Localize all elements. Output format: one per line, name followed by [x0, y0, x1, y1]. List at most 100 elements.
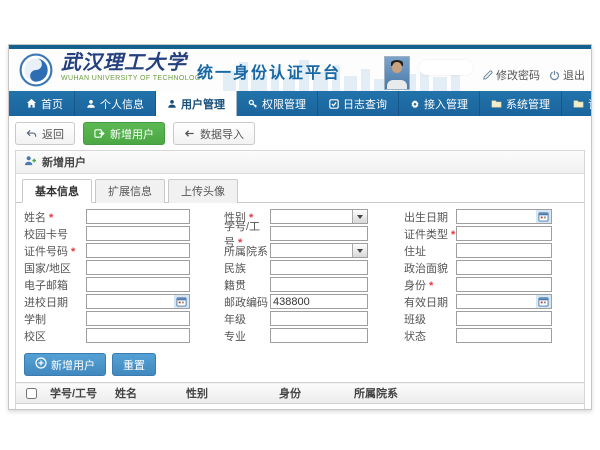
major-input[interactable]	[270, 328, 368, 343]
form-column-1: 姓名 *校园卡号证件号码 *国家/地区电子邮箱进校日期学制校区	[24, 209, 190, 345]
tab-extended-info[interactable]: 扩展信息	[95, 179, 165, 203]
field-political-status: 政治面貌	[404, 260, 552, 275]
username-blur	[419, 60, 473, 75]
calendar-icon[interactable]	[536, 295, 551, 308]
field-label: 身份 *	[404, 277, 456, 293]
grade-input[interactable]	[270, 311, 368, 326]
basic-info-form: 姓名 *校园卡号证件号码 *国家/地区电子邮箱进校日期学制校区 性别 *学号/工…	[16, 203, 584, 347]
ethnicity-input[interactable]	[270, 260, 368, 275]
select-all-cell	[16, 383, 46, 404]
folder-icon	[491, 98, 502, 109]
field-ethnicity: 民族	[224, 260, 368, 275]
field-label: 学制	[24, 311, 86, 327]
class-input[interactable]	[456, 311, 552, 326]
nav-item-user-mgmt[interactable]: 用户管理	[156, 91, 237, 116]
email-input[interactable]	[86, 277, 190, 292]
back-button[interactable]: 返回	[15, 122, 75, 145]
reset-button[interactable]: 重置	[112, 353, 156, 376]
field-label: 国家/地区	[24, 260, 86, 276]
form-actions: 新增用户 重置	[16, 347, 584, 382]
study-length-input[interactable]	[86, 311, 190, 326]
change-password-link[interactable]: 修改密码	[482, 67, 540, 83]
nav-item-label: 用户管理	[181, 96, 225, 112]
campus-card-no-input[interactable]	[86, 226, 190, 241]
log-icon	[329, 99, 339, 109]
power-icon	[549, 70, 560, 81]
political-status-input[interactable]	[456, 260, 552, 275]
calendar-icon[interactable]	[536, 210, 551, 223]
submit-add-user-button[interactable]: 新增用户	[24, 353, 106, 376]
data-import-button[interactable]: 数据导入	[173, 122, 255, 145]
required-asterisk: *	[426, 280, 433, 292]
field-valid-date: 有效日期	[404, 294, 552, 309]
field-major: 专业	[224, 328, 368, 343]
left-arrow-icon	[184, 128, 195, 139]
field-entry-date: 进校日期	[24, 294, 190, 309]
logout-link[interactable]: 退出	[549, 67, 585, 83]
nav-item-perm-mgmt[interactable]: 权限管理	[237, 91, 318, 116]
submit-add-user-label: 新增用户	[51, 357, 95, 373]
form-column-2: 性别 *学号/工号 *所属院系民族籍贯邮政编码年级专业	[224, 209, 368, 345]
id-number-input[interactable]	[86, 243, 190, 258]
platform-title: 统一身份认证平台	[197, 59, 341, 83]
nav-item-access-mgmt[interactable]: 接入管理	[399, 91, 480, 116]
field-label: 住址	[404, 243, 456, 259]
nav-item-label: 系统管理	[506, 96, 550, 112]
column-header-6: 操作	[581, 383, 584, 404]
status-input[interactable]	[456, 328, 552, 343]
pencil-icon	[482, 70, 493, 81]
address-input[interactable]	[456, 243, 552, 258]
field-label: 姓名 *	[24, 209, 86, 225]
person-plus-icon	[24, 155, 37, 169]
country-region-input[interactable]	[86, 260, 190, 275]
tab-basic-info[interactable]: 基本信息	[22, 179, 92, 203]
field-id-type: 证件类型 *	[404, 226, 552, 241]
field-campus-card-no: 校园卡号	[24, 226, 190, 241]
field-country-region: 国家/地区	[24, 260, 190, 275]
campus-input[interactable]	[86, 328, 190, 343]
identity-input[interactable]	[456, 277, 552, 292]
university-name-en: WUHAN UNIVERSITY OF TECHNOLOGY	[61, 75, 206, 82]
change-password-label: 修改密码	[496, 67, 540, 83]
name-input[interactable]	[86, 209, 190, 224]
id-type-input[interactable]	[456, 226, 552, 241]
nav-item-sys-mgmt[interactable]: 系统管理	[480, 91, 562, 116]
field-grade: 年级	[224, 311, 368, 326]
student-id-input[interactable]	[270, 226, 368, 241]
nav-item-sub-mgmt[interactable]: 订阅管理	[562, 91, 592, 116]
nav-item-label: 首页	[41, 96, 63, 112]
field-label: 校区	[24, 328, 86, 344]
postal-code-input[interactable]	[270, 294, 368, 309]
add-user-toolbar-button[interactable]: 新增用户	[83, 122, 165, 145]
back-button-label: 返回	[42, 126, 64, 142]
nav-item-log-query[interactable]: 日志查询	[318, 91, 399, 116]
field-label: 民族	[224, 260, 270, 276]
field-label: 进校日期	[24, 294, 86, 310]
column-header-2: 姓名	[111, 383, 182, 404]
field-status: 状态	[404, 328, 552, 343]
chevron-down-icon[interactable]	[352, 210, 367, 223]
form-column-3: 出生日期证件类型 *住址政治面貌身份 *有效日期班级状态	[404, 209, 552, 345]
field-class: 班级	[404, 311, 552, 326]
chevron-down-icon[interactable]	[352, 244, 367, 257]
field-address: 住址	[404, 243, 552, 258]
field-label: 校园卡号	[24, 226, 86, 242]
add-user-icon	[94, 128, 105, 139]
avatar[interactable]	[384, 56, 410, 90]
field-native-place: 籍贯	[224, 277, 368, 292]
tab-upload-avatar[interactable]: 上传头像	[168, 179, 238, 203]
field-label: 年级	[224, 311, 270, 327]
nav-item-home[interactable]: 首页	[15, 91, 75, 116]
field-label: 状态	[404, 328, 456, 344]
calendar-icon[interactable]	[174, 295, 189, 308]
column-header-5: 所属院系	[350, 383, 581, 404]
header: 武汉理工大学 WUHAN UNIVERSITY OF TECHNOLOGY 统一…	[9, 49, 591, 91]
user-icon	[86, 99, 96, 109]
nav-item-profile[interactable]: 个人信息	[75, 91, 156, 116]
native-place-input[interactable]	[270, 277, 368, 292]
field-department: 所属院系	[224, 243, 368, 258]
empty-table-row	[16, 404, 584, 411]
field-label: 证件类型 *	[404, 226, 456, 242]
app-window: 武汉理工大学 WUHAN UNIVERSITY OF TECHNOLOGY 统一…	[8, 44, 592, 410]
select-all-checkbox[interactable]	[26, 388, 37, 399]
